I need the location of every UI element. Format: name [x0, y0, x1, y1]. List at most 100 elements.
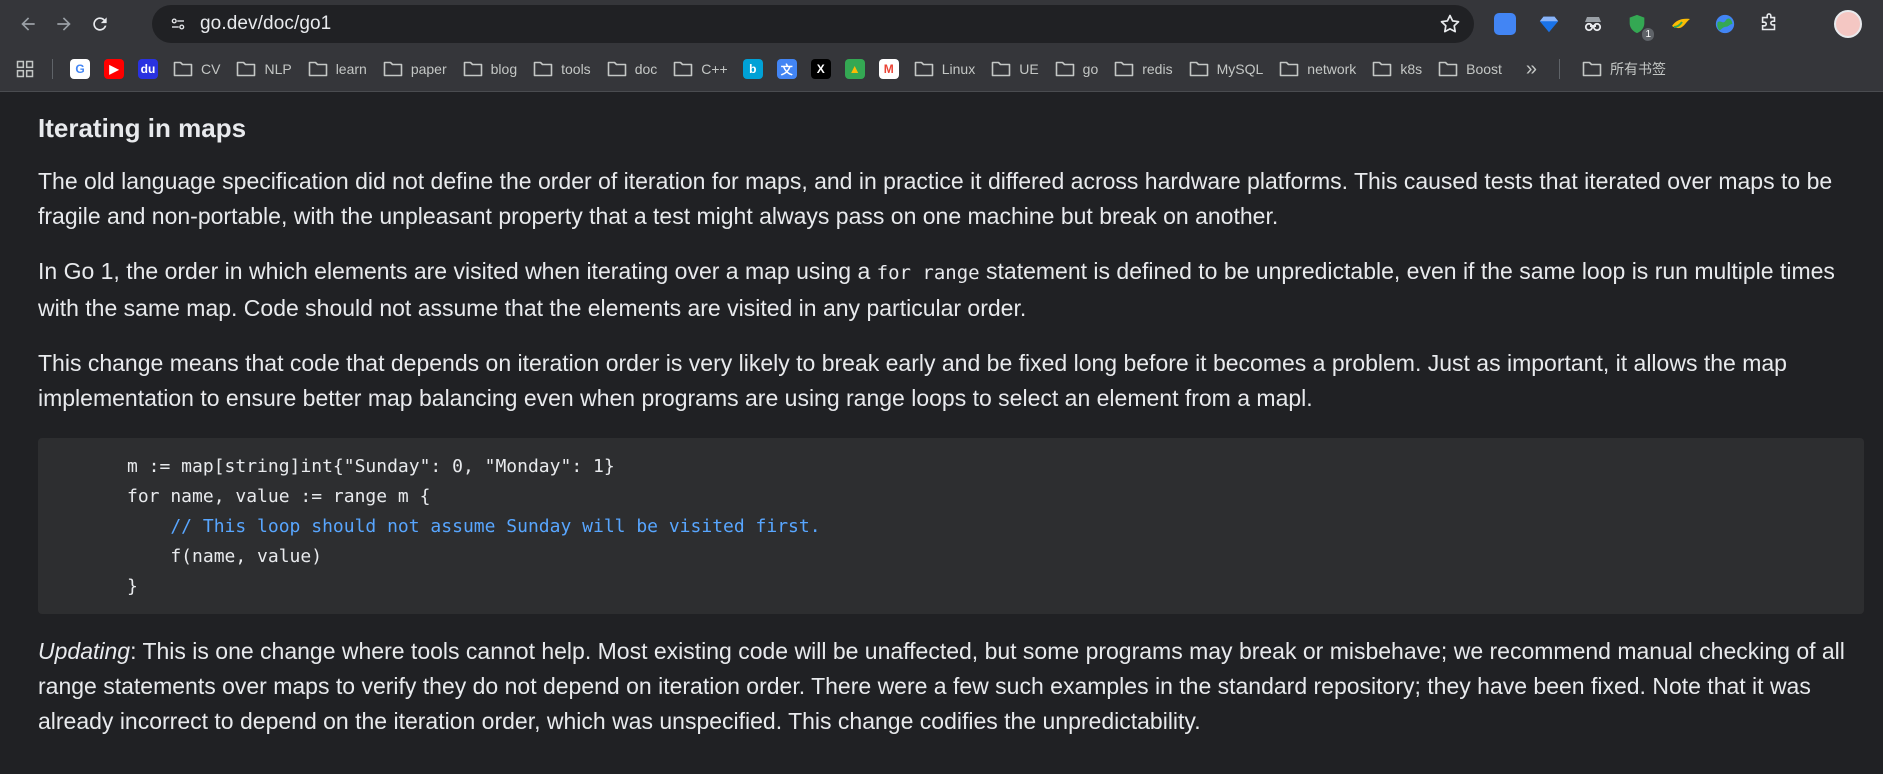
forward-button[interactable] [46, 6, 82, 42]
inline-code: for range [876, 262, 980, 284]
folder-icon [673, 61, 693, 77]
folder-icon [237, 61, 256, 77]
bookmark-label: k8s [1400, 61, 1423, 77]
paragraph-4: Updating: This is one change where tools… [38, 634, 1864, 739]
bookmark-youtube[interactable]: ▶ [97, 54, 131, 84]
site-info-button[interactable] [160, 6, 196, 42]
bookmarks-overflow-button[interactable]: » [1526, 58, 1537, 81]
reload-button[interactable] [82, 6, 118, 42]
bookmark-label: Boost [1466, 61, 1502, 77]
bookmark-folder-nlp[interactable]: NLP [228, 54, 299, 84]
all-bookmarks-folder[interactable]: 所有书签 [1574, 54, 1674, 84]
folder-icon [173, 61, 193, 77]
code-line: f(name, value) [127, 546, 323, 567]
bookmark-label: blog [490, 61, 518, 77]
updating-label: Updating [38, 638, 131, 664]
bookmark-folder-redis[interactable]: redis [1106, 54, 1180, 84]
spy-extension[interactable] [1576, 7, 1610, 41]
diamond-extension[interactable] [1532, 7, 1566, 41]
bookmark-folder-network[interactable]: network [1271, 54, 1364, 84]
bookmark-label: paper [410, 61, 447, 77]
extensions-area: 1 [1488, 6, 1786, 42]
bookmarks-bar: G ▶ du CV NLP learn paper blog tools doc C++ b 文 X ▲ M L… [0, 47, 1883, 92]
bookmark-folder-k8s[interactable]: k8s [1364, 54, 1430, 84]
bookmark-list: G ▶ du CV NLP learn paper blog tools doc C++ b 文 X ▲ M L… [63, 54, 1510, 84]
folder-icon [1582, 61, 1602, 77]
browser-toolbar: go.dev/doc/go1 1 [0, 0, 1883, 47]
tune-icon [171, 18, 185, 30]
paragraph-1: The old language specification did not d… [38, 168, 1833, 229]
paragraph-2-text-a: In Go 1, the order in which elements are… [38, 258, 877, 284]
bird-icon [1672, 18, 1690, 29]
folder-icon [1373, 61, 1392, 77]
bookmark-folder-blog[interactable]: blog [455, 54, 525, 84]
bookmark-folder-boost[interactable]: Boost [1430, 54, 1510, 84]
bookmark-label: 所有书签 [1610, 61, 1667, 77]
apps-button[interactable] [10, 54, 40, 84]
back-button[interactable] [10, 6, 46, 42]
bookmark-translate[interactable]: 文 [770, 54, 804, 84]
x-icon: X [810, 59, 831, 79]
google-icon: G [70, 59, 90, 79]
bookmark-label: Linux [941, 61, 976, 77]
bookmarks-separator [1559, 59, 1561, 79]
bookmark-folder-learn[interactable]: learn [300, 54, 375, 84]
paragraph-3: This change means that code that depends… [38, 350, 1787, 411]
article-content: Iterating in maps The old language speci… [38, 92, 1864, 739]
arrow-left-icon [21, 16, 35, 31]
bookmark-folder-doc[interactable]: doc [599, 54, 666, 84]
paragraph-4-text: : This is one change where tools cannot … [38, 638, 1845, 734]
bookmark-google-drive[interactable]: ▲ [838, 54, 872, 84]
bird-extension[interactable] [1664, 7, 1698, 41]
code-line: } [127, 576, 138, 597]
bookmark-label: redis [1142, 61, 1173, 77]
bookmark-label: go [1082, 61, 1099, 77]
code-line: for name, value := range m { [127, 486, 431, 507]
arrow-right-icon [57, 16, 71, 31]
shield-extension[interactable]: 1 [1620, 7, 1654, 41]
globe-icon [1715, 14, 1735, 34]
apps-grid-icon [16, 60, 34, 78]
bookmark-folder-mysql[interactable]: MySQL [1181, 54, 1272, 84]
translate-icon [1494, 13, 1516, 35]
folder-icon [1114, 61, 1134, 77]
translate-icon: 文 [776, 59, 797, 79]
profile-avatar[interactable] [1834, 10, 1862, 38]
bookmark-label: CV [201, 61, 221, 77]
bookmark-x[interactable]: X [804, 54, 838, 84]
bookmark-label: UE [1019, 61, 1039, 77]
bookmark-folder-ue[interactable]: UE [983, 54, 1046, 84]
bookmark-folder-linux[interactable]: Linux [906, 54, 983, 84]
bookmark-star-icon[interactable] [1438, 12, 1462, 36]
bookmark-folder-cv[interactable]: CV [165, 54, 228, 84]
folder-icon [1055, 61, 1074, 77]
url-text[interactable]: go.dev/doc/go1 [200, 13, 331, 35]
bookmark-folder-tools[interactable]: tools [525, 54, 599, 84]
spy-icon [1584, 17, 1602, 32]
baidu-icon: du [138, 59, 158, 79]
gmail-icon: M [878, 59, 899, 79]
folder-icon [1279, 61, 1299, 77]
bilibili-icon: b [742, 59, 763, 79]
bookmark-folder-paper[interactable]: paper [375, 54, 455, 84]
bookmark-label: NLP [264, 61, 292, 77]
address-bar[interactable]: go.dev/doc/go1 [152, 5, 1474, 43]
bookmark-folder-go[interactable]: go [1047, 54, 1107, 84]
bookmark-gmail[interactable]: M [872, 54, 906, 84]
globe-extension[interactable] [1708, 7, 1742, 41]
folder-icon [463, 61, 482, 77]
code-block: m := map[string]int{"Sunday": 0, "Monday… [38, 438, 1864, 614]
translate-extension[interactable] [1488, 7, 1522, 41]
folder-icon [533, 61, 553, 77]
bookmark-folder-c-[interactable]: C++ [665, 54, 735, 84]
folder-icon [607, 61, 626, 77]
bookmark-google[interactable]: G [63, 54, 97, 84]
bookmark-bilibili[interactable]: b [736, 54, 770, 84]
reload-icon [93, 16, 107, 31]
bookmarks-separator [52, 59, 53, 79]
extensions-menu-button[interactable] [1752, 7, 1786, 41]
paragraph-2: In Go 1, the order in which elements are… [38, 254, 1864, 326]
bookmark-baidu[interactable]: du [131, 54, 165, 84]
folder-icon [1189, 61, 1208, 77]
section-heading: Iterating in maps [38, 113, 247, 143]
